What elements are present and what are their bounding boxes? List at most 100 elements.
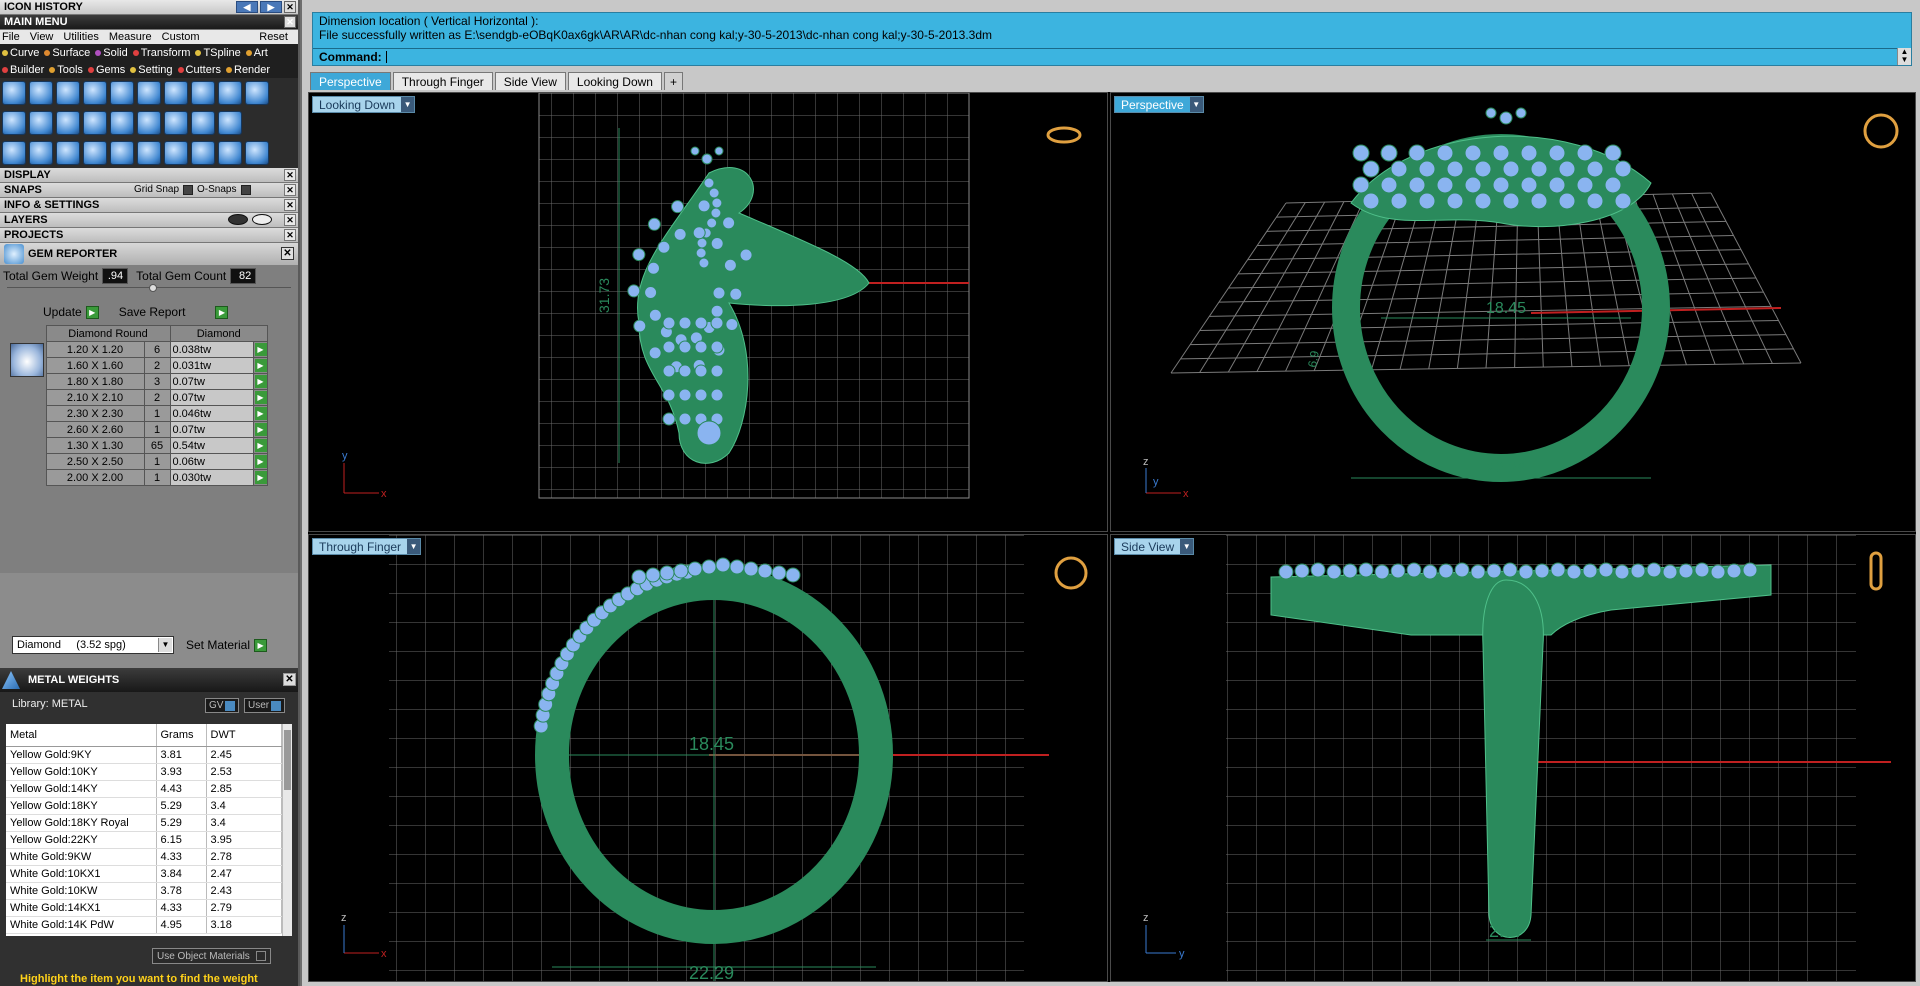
tab-cutters[interactable]: Cutters <box>177 64 221 76</box>
prong-tool-icon[interactable] <box>29 81 53 105</box>
gem-tool-icon[interactable] <box>2 81 26 105</box>
tab-setting[interactable]: Setting <box>130 64 173 76</box>
snaps-section[interactable]: SNAPS Grid Snap O-Snaps ✕ <box>0 183 298 198</box>
history-forward-icon[interactable]: ▶ <box>260 1 282 13</box>
tab-through-finger[interactable]: Through Finger <box>392 72 493 90</box>
menu-utilities[interactable]: Utilities <box>63 31 98 43</box>
sprocket-tool-icon[interactable] <box>191 111 215 135</box>
tab-curve[interactable]: Curve <box>2 47 39 59</box>
spline-tool-icon[interactable] <box>56 141 80 165</box>
table-row[interactable]: Yellow Gold:22KY 6.15 3.95 <box>6 831 282 849</box>
table-row[interactable]: 2.00 X 2.00 1 0.030tw ▶ <box>10 469 268 486</box>
chain-tool-icon[interactable] <box>218 111 242 135</box>
menu-measure[interactable]: Measure <box>109 31 152 43</box>
table-row[interactable]: White Gold:10KW 3.78 2.43 <box>6 882 282 900</box>
table-row[interactable]: 2.60 X 2.60 1 0.07tw ▶ <box>10 421 268 438</box>
table-row[interactable]: White Gold:14KX1 4.33 2.79 <box>6 899 282 917</box>
user-toggle[interactable]: User <box>244 698 286 713</box>
table-row[interactable]: Yellow Gold:9KY 3.81 2.45 <box>6 746 282 764</box>
close-icon[interactable]: ✕ <box>284 229 296 241</box>
ring-perspective-orientation-icon[interactable] <box>1863 113 1899 149</box>
pave-tool-icon[interactable] <box>83 81 107 105</box>
command-input[interactable]: Command: <box>313 48 1897 65</box>
profile-tool-icon[interactable] <box>110 111 134 135</box>
cutter-tool-icon[interactable] <box>191 81 215 105</box>
grid-snap-checkbox[interactable] <box>183 184 194 195</box>
close-icon[interactable]: ✕ <box>284 1 296 13</box>
mirror-tool-icon[interactable] <box>83 141 107 165</box>
ring-front-orientation-icon[interactable] <box>1054 556 1088 590</box>
head-tool-icon[interactable] <box>83 111 107 135</box>
table-row[interactable]: White Gold:10KX1 3.84 2.47 <box>6 865 282 883</box>
diamond-tool-icon[interactable] <box>29 111 53 135</box>
tab-side-view[interactable]: Side View <box>494 72 566 90</box>
view-label-perspective[interactable]: Perspective ▼ <box>1114 96 1204 113</box>
command-scroll-icon[interactable]: ▲ ▼ <box>1897 48 1911 65</box>
material-select[interactable]: Diamond (3.52 spg) ▼ <box>12 636 174 654</box>
view-label-side-view[interactable]: Side View ▼ <box>1114 538 1195 555</box>
arc-tool-icon[interactable] <box>29 141 53 165</box>
row-action-cell[interactable]: ▶ <box>253 453 268 470</box>
row-action-cell[interactable]: ▶ <box>253 405 268 422</box>
menu-reset[interactable]: Reset <box>259 31 288 43</box>
tab-perspective[interactable]: Perspective <box>310 72 391 90</box>
table-row[interactable]: Yellow Gold:14KY 4.43 2.85 <box>6 780 282 798</box>
boolean-tool-icon[interactable] <box>191 141 215 165</box>
circle-tool-icon[interactable] <box>245 141 269 165</box>
table-row[interactable]: 1.20 X 1.20 6 0.038tw ▶ <box>10 341 268 358</box>
shank-tool-icon[interactable] <box>2 111 26 135</box>
tab-solid[interactable]: Solid <box>95 47 128 59</box>
tab-gems[interactable]: Gems <box>87 64 125 76</box>
close-icon[interactable]: ✕ <box>284 169 296 181</box>
table-row[interactable]: 2.30 X 2.30 1 0.046tw ▶ <box>10 405 268 422</box>
curve-tool-icon[interactable] <box>2 141 26 165</box>
ring-top-orientation-icon[interactable] <box>1046 126 1082 144</box>
table-row[interactable]: White Gold:14K PdW 4.95 3.18 <box>6 916 282 934</box>
render-tool-icon[interactable] <box>218 81 242 105</box>
gv-toggle[interactable]: GV <box>205 698 240 713</box>
table-row[interactable]: 1.80 X 1.80 3 0.07tw ▶ <box>10 373 268 390</box>
close-icon[interactable]: ✕ <box>284 16 296 28</box>
cluster-tool-icon[interactable] <box>137 81 161 105</box>
tab-tools[interactable]: Tools <box>49 64 83 76</box>
viewport-looking-down[interactable]: 31.73 x y Looking Down ▼ <box>308 92 1108 532</box>
tab-tspline[interactable]: TSpline <box>195 47 241 59</box>
projects-section[interactable]: PROJECTS ✕ <box>0 228 298 243</box>
viewport-through-finger[interactable]: 18.45 22.29 x z Through Finger ▼ <box>308 534 1108 982</box>
bezel-tool-icon[interactable] <box>56 81 80 105</box>
array-tool-icon[interactable] <box>164 141 188 165</box>
table-row[interactable]: Yellow Gold:18KY 5.29 3.4 <box>6 797 282 815</box>
row-action-cell[interactable]: ▶ <box>253 357 268 374</box>
tab-looking-down[interactable]: Looking Down <box>567 72 662 90</box>
tab-surface[interactable]: Surface <box>44 47 90 59</box>
tab-transform[interactable]: Transform <box>132 47 190 59</box>
icon-history-bar[interactable]: ICON HISTORY ◀ ▶ ✕ <box>0 0 298 15</box>
row-action-cell[interactable]: ▶ <box>253 373 268 390</box>
eye-icon[interactable] <box>228 214 248 225</box>
close-icon[interactable]: ✕ <box>283 673 296 686</box>
set-material-button[interactable]: Set Material ▶ <box>186 638 268 652</box>
menu-file[interactable]: File <box>2 31 20 43</box>
save-report-button[interactable]: Save Report ▶ <box>119 305 229 319</box>
menu-view[interactable]: View <box>30 31 54 43</box>
flow-tool-icon[interactable] <box>218 141 242 165</box>
table-row[interactable]: Yellow Gold:10KY 3.93 2.53 <box>6 763 282 781</box>
row-action-cell[interactable]: ▶ <box>253 469 268 486</box>
display-section[interactable]: DISPLAY ✕ <box>0 168 298 183</box>
info-settings-section[interactable]: INFO & SETTINGS ✕ <box>0 198 298 213</box>
scale-tool-icon[interactable] <box>137 141 161 165</box>
view-label-through-finger[interactable]: Through Finger ▼ <box>312 538 422 555</box>
o-snaps-checkbox[interactable] <box>240 184 251 195</box>
rail-tool-icon[interactable] <box>137 111 161 135</box>
update-button[interactable]: Update ▶ <box>43 305 99 319</box>
tab-builder[interactable]: Builder <box>2 64 44 76</box>
use-object-materials-toggle[interactable]: Use Object Materials <box>152 948 271 964</box>
close-icon[interactable]: ✕ <box>284 214 296 226</box>
close-icon[interactable]: ✕ <box>281 247 294 260</box>
menu-custom[interactable]: Custom <box>162 31 200 43</box>
row-action-cell[interactable]: ▶ <box>253 437 268 454</box>
move-tool-icon[interactable] <box>110 141 134 165</box>
eye-icon[interactable] <box>252 214 272 225</box>
layers-section[interactable]: LAYERS ✕ <box>0 213 298 228</box>
table-row[interactable]: 1.30 X 1.30 65 0.54tw ▶ <box>10 437 268 454</box>
